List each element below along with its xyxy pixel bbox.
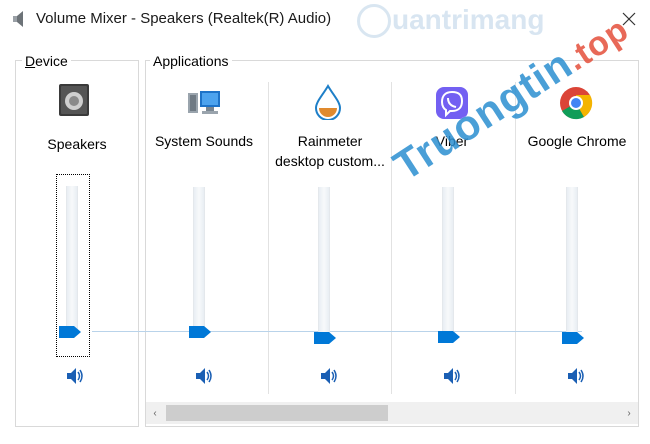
close-button[interactable]: [612, 4, 646, 34]
horizontal-scrollbar[interactable]: ‹ ›: [146, 402, 638, 424]
rainmeter-icon: [314, 84, 342, 120]
column-separator: [391, 82, 392, 394]
viber-mute-button[interactable]: [441, 366, 463, 386]
rainmeter-volume-thumb[interactable]: [313, 331, 337, 345]
column-separator: [515, 82, 516, 394]
viber-icon: [436, 87, 468, 119]
watermark-logo-icon: [357, 4, 391, 38]
chrome-icon: [560, 87, 593, 120]
slider-groove: [193, 187, 205, 334]
system-sounds-mute-button[interactable]: [193, 366, 215, 386]
close-icon: [622, 12, 636, 26]
device-name: Speakers: [47, 136, 107, 152]
chrome-volume-slider[interactable]: [566, 187, 578, 334]
chrome-mute-button[interactable]: [565, 366, 587, 386]
app-name-line1: Rainmeter: [297, 133, 363, 149]
system-sounds-volume-slider[interactable]: [193, 187, 205, 334]
device-group-label: Device: [22, 53, 71, 69]
viber-volume-thumb[interactable]: [437, 330, 461, 344]
scrollbar-thumb[interactable]: [166, 405, 388, 421]
app-name: System Sounds: [154, 133, 254, 149]
volume-link-line: [92, 331, 582, 332]
app-name-line2: desktop custom...: [275, 153, 385, 169]
app-name: Viber: [435, 133, 469, 149]
scroll-right-button[interactable]: ›: [620, 402, 638, 424]
slider-groove: [566, 187, 578, 334]
device-volume-slider[interactable]: [66, 186, 78, 334]
column-separator: [268, 82, 269, 394]
slider-groove: [442, 187, 454, 334]
app-name: Rainmeter desktop custom...: [270, 131, 390, 171]
speaker-device-icon: [59, 84, 89, 116]
scroll-left-button[interactable]: ‹: [146, 402, 164, 424]
app-name: Google Chrome: [527, 133, 627, 149]
device-volume-thumb[interactable]: [58, 325, 82, 339]
rainmeter-mute-button[interactable]: [318, 366, 340, 386]
slider-groove: [66, 186, 78, 334]
rainmeter-volume-slider[interactable]: [318, 187, 330, 334]
speaker-icon: [13, 11, 23, 27]
device-mute-button[interactable]: [64, 366, 86, 386]
system-sounds-icon: [188, 91, 220, 114]
window-title: Volume Mixer - Speakers (Realtek(R) Audi…: [36, 10, 332, 27]
system-sounds-volume-thumb[interactable]: [188, 325, 212, 339]
applications-group-label: Applications: [150, 53, 232, 69]
viber-volume-slider[interactable]: [442, 187, 454, 334]
watermark-text: uantrimang: [392, 4, 545, 35]
title-bar: Volume Mixer - Speakers (Realtek(R) Audi…: [0, 0, 650, 40]
slider-groove: [318, 187, 330, 334]
chrome-volume-thumb[interactable]: [561, 331, 585, 345]
